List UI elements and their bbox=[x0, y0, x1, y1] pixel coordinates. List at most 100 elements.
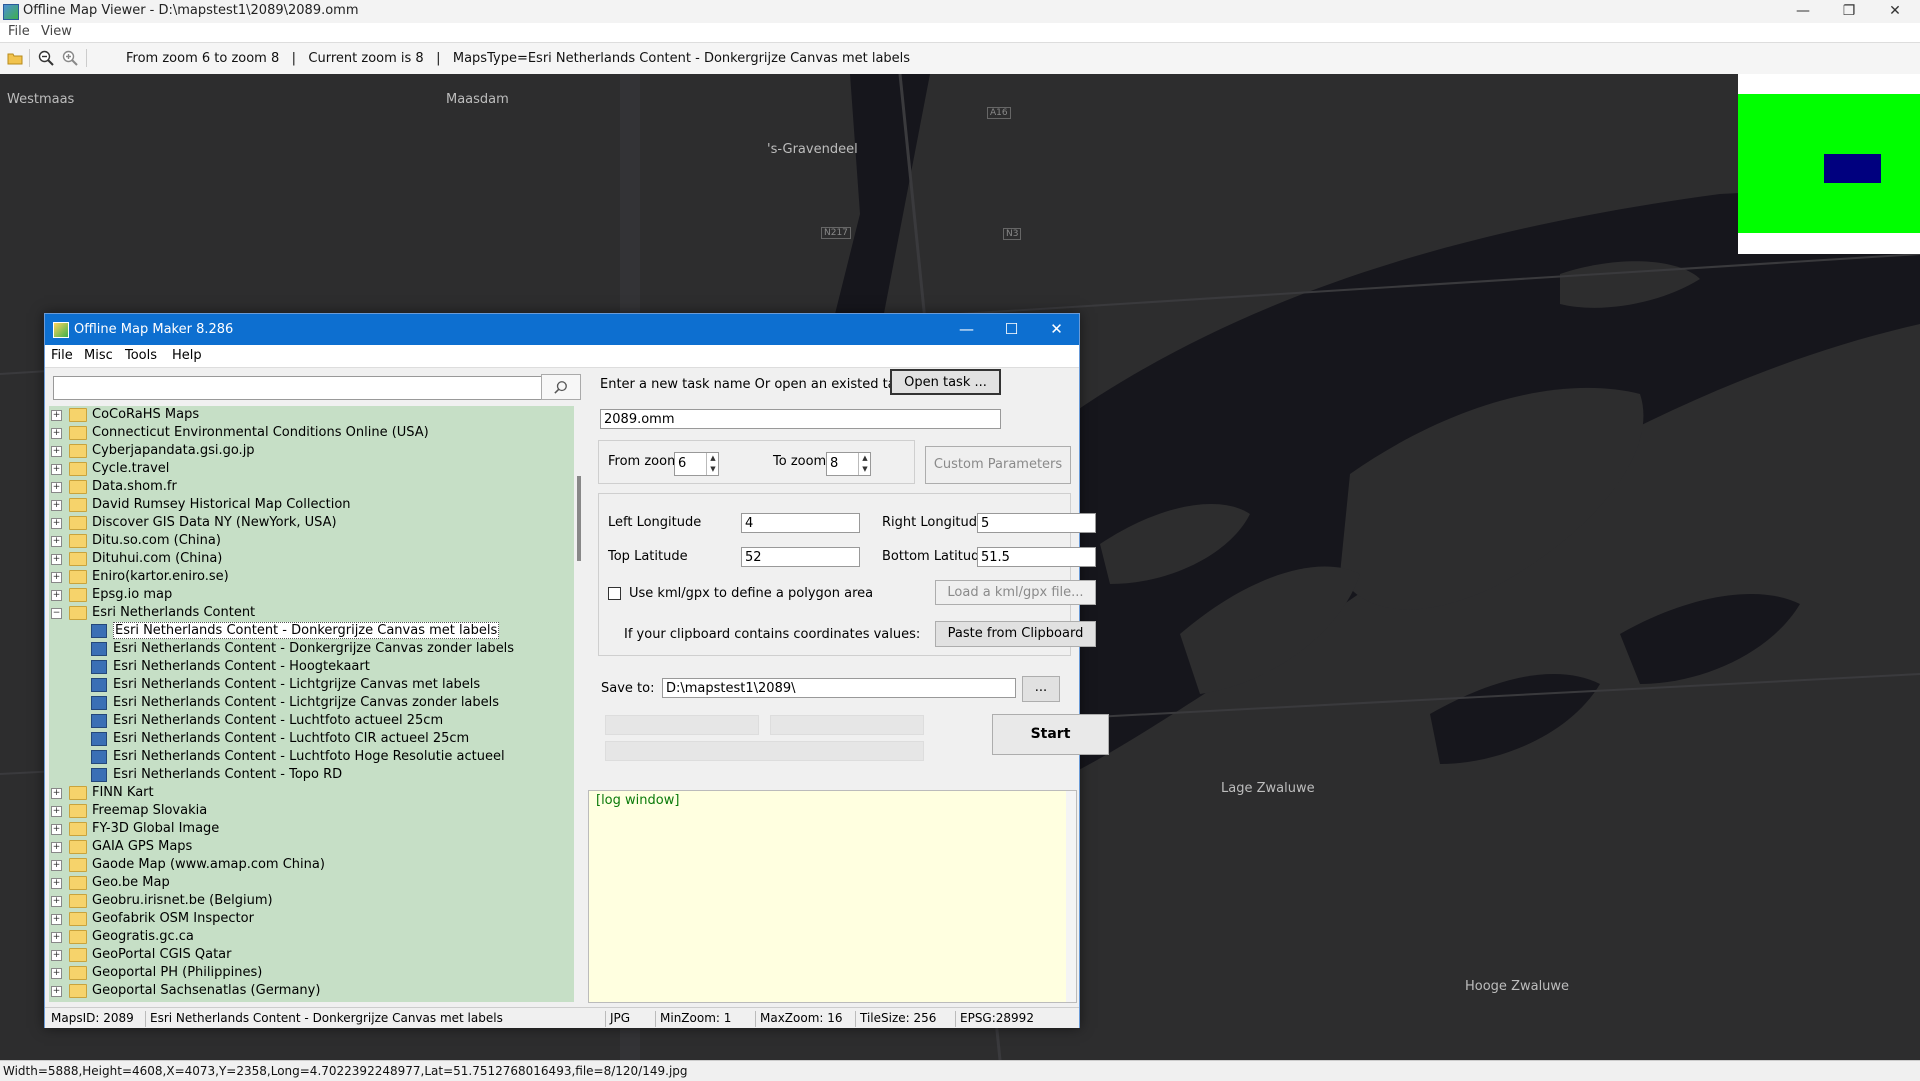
right-longitude-field[interactable]: 5 bbox=[977, 513, 1096, 533]
expand-icon[interactable]: + bbox=[51, 950, 62, 961]
tree-scrollbar-thumb[interactable] bbox=[577, 476, 581, 561]
expand-icon[interactable]: + bbox=[51, 446, 62, 457]
tree-folder-item[interactable]: + FINN Kart bbox=[49, 784, 574, 802]
from-zoom-spin-arrows[interactable]: ▲ ▼ bbox=[706, 453, 719, 475]
start-button[interactable]: Start bbox=[992, 714, 1109, 755]
expand-icon[interactable]: + bbox=[51, 500, 62, 511]
tree-folder-item[interactable]: + Freemap Slovakia bbox=[49, 802, 574, 820]
maker-minimize-button[interactable]: — bbox=[944, 314, 989, 345]
load-kml-button[interactable]: Load a kml/gpx file... bbox=[935, 580, 1096, 605]
expand-icon[interactable]: + bbox=[51, 878, 62, 889]
expand-icon[interactable]: + bbox=[51, 572, 62, 583]
tree-map-item[interactable]: Esri Netherlands Content - Hoogtekaart bbox=[49, 658, 574, 676]
folder-icon bbox=[69, 516, 87, 530]
tree-folder-item[interactable]: + Discover GIS Data NY (NewYork, USA) bbox=[49, 514, 574, 532]
to-zoom-spin-arrows[interactable]: ▲ ▼ bbox=[858, 453, 871, 475]
tree-folder-item[interactable]: + Geoportal Sachsenatlas (Germany) bbox=[49, 982, 574, 1000]
menu-view[interactable]: View bbox=[41, 24, 72, 39]
tree-map-item[interactable]: Esri Netherlands Content - Luchtfoto act… bbox=[49, 712, 574, 730]
log-scrollbar[interactable] bbox=[1066, 791, 1076, 1002]
expand-icon[interactable]: + bbox=[51, 518, 62, 529]
tree-map-item[interactable]: Esri Netherlands Content - Donkergrijze … bbox=[49, 622, 574, 640]
browse-folder-button[interactable]: ... bbox=[1022, 676, 1060, 702]
maximize-button[interactable]: ❐ bbox=[1826, 0, 1872, 23]
search-button[interactable] bbox=[541, 374, 581, 400]
maker-menu-help[interactable]: Help bbox=[172, 348, 202, 363]
maker-titlebar[interactable]: Offline Map Maker 8.286 — ☐ ✕ bbox=[45, 314, 1079, 345]
menu-file[interactable]: File bbox=[8, 24, 30, 39]
save-path-field[interactable]: D:\mapstest1\2089\ bbox=[662, 678, 1016, 698]
tree-folder-item[interactable]: + Geobru.irisnet.be (Belgium) bbox=[49, 892, 574, 910]
expand-icon[interactable]: + bbox=[51, 986, 62, 997]
zoom-in-icon[interactable] bbox=[62, 50, 78, 66]
expand-icon[interactable]: + bbox=[51, 842, 62, 853]
expand-icon[interactable]: + bbox=[51, 482, 62, 493]
tree-folder-item[interactable]: + FY-3D Global Image bbox=[49, 820, 574, 838]
open-folder-icon[interactable] bbox=[7, 50, 23, 66]
map-search-input[interactable] bbox=[53, 376, 543, 400]
custom-parameters-button[interactable]: Custom Parameters bbox=[925, 446, 1071, 484]
close-button[interactable]: ✕ bbox=[1872, 0, 1918, 23]
tree-map-item[interactable]: Esri Netherlands Content - Lichtgrijze C… bbox=[49, 676, 574, 694]
tree-folder-item[interactable]: + Geoportal PH (Philippines) bbox=[49, 964, 574, 982]
tree-map-item[interactable]: Esri Netherlands Content - Donkergrijze … bbox=[49, 640, 574, 658]
tree-folder-item[interactable]: + Geofabrik OSM Inspector bbox=[49, 910, 574, 928]
tree-folder-item[interactable]: + CoCoRaHS Maps bbox=[49, 406, 574, 424]
log-window[interactable]: [log window] bbox=[588, 790, 1077, 1003]
expand-icon[interactable]: + bbox=[51, 464, 62, 475]
tree-folder-item[interactable]: + Connecticut Environmental Conditions On… bbox=[49, 424, 574, 442]
left-longitude-field[interactable]: 4 bbox=[741, 513, 860, 533]
tree-folder-item[interactable]: − Esri Netherlands Content bbox=[49, 604, 574, 622]
maker-menu-tools[interactable]: Tools bbox=[125, 348, 157, 363]
expand-icon[interactable]: + bbox=[51, 806, 62, 817]
kml-checkbox[interactable] bbox=[608, 587, 621, 600]
maker-menu-file[interactable]: File bbox=[51, 348, 73, 363]
expand-icon[interactable]: + bbox=[51, 590, 62, 601]
tree-folder-item[interactable]: + Dituhui.com (China) bbox=[49, 550, 574, 568]
expand-icon[interactable]: + bbox=[51, 554, 62, 565]
map-source-tree[interactable]: + CoCoRaHS Maps + Connecticut Environmental… bbox=[49, 406, 574, 1002]
to-zoom-stepper[interactable]: 8 ▲ ▼ bbox=[826, 452, 871, 476]
bottom-latitude-field[interactable]: 51.5 bbox=[977, 547, 1096, 567]
expand-icon[interactable]: + bbox=[51, 896, 62, 907]
expand-icon[interactable]: + bbox=[51, 914, 62, 925]
minimap-viewport[interactable] bbox=[1824, 154, 1881, 183]
tree-folder-item[interactable]: + GAIA GPS Maps bbox=[49, 838, 574, 856]
expand-icon[interactable]: + bbox=[51, 932, 62, 943]
expand-icon[interactable]: + bbox=[51, 410, 62, 421]
expand-icon[interactable]: + bbox=[51, 824, 62, 835]
maker-close-button[interactable]: ✕ bbox=[1034, 314, 1079, 345]
paste-from-clipboard-button[interactable]: Paste from Clipboard bbox=[935, 621, 1096, 647]
top-latitude-field[interactable]: 52 bbox=[741, 547, 860, 567]
tree-folder-item[interactable]: + Data.shom.fr bbox=[49, 478, 574, 496]
tree-folder-item[interactable]: + Ditu.so.com (China) bbox=[49, 532, 574, 550]
tree-folder-item[interactable]: + GeoPortal CGIS Qatar bbox=[49, 946, 574, 964]
minimize-button[interactable]: — bbox=[1780, 0, 1826, 23]
expand-icon[interactable]: + bbox=[51, 536, 62, 547]
tree-folder-item[interactable]: + Epsg.io map bbox=[49, 586, 574, 604]
tree-map-item[interactable]: Esri Netherlands Content - Luchtfoto Hog… bbox=[49, 748, 574, 766]
tree-folder-item[interactable]: + Geogratis.gc.ca bbox=[49, 928, 574, 946]
overview-minimap[interactable] bbox=[1738, 74, 1920, 254]
maker-maximize-button[interactable]: ☐ bbox=[989, 314, 1034, 345]
tree-folder-item[interactable]: + Cycle.travel bbox=[49, 460, 574, 478]
tree-folder-item[interactable]: + David Rumsey Historical Map Collection bbox=[49, 496, 574, 514]
from-zoom-stepper[interactable]: 6 ▲ ▼ bbox=[674, 452, 719, 476]
tree-folder-item[interactable]: + Gaode Map (www.amap.com China) bbox=[49, 856, 574, 874]
tree-map-item[interactable]: Esri Netherlands Content - Luchtfoto CIR… bbox=[49, 730, 574, 748]
tree-folder-item[interactable]: + Cyberjapandata.gsi.go.jp bbox=[49, 442, 574, 460]
tree-scrollbar[interactable] bbox=[574, 406, 584, 1002]
expand-icon[interactable]: + bbox=[51, 428, 62, 439]
collapse-icon[interactable]: − bbox=[51, 608, 62, 619]
open-task-button[interactable]: Open task ... bbox=[890, 369, 1001, 395]
tree-folder-item[interactable]: + Geo.be Map bbox=[49, 874, 574, 892]
task-name-field[interactable]: 2089.omm bbox=[600, 409, 1001, 429]
maker-menu-misc[interactable]: Misc bbox=[84, 348, 113, 363]
expand-icon[interactable]: + bbox=[51, 860, 62, 871]
expand-icon[interactable]: + bbox=[51, 788, 62, 799]
tree-map-item[interactable]: Esri Netherlands Content - Topo RD bbox=[49, 766, 574, 784]
zoom-out-icon[interactable] bbox=[38, 50, 54, 66]
tree-map-item[interactable]: Esri Netherlands Content - Lichtgrijze C… bbox=[49, 694, 574, 712]
expand-icon[interactable]: + bbox=[51, 968, 62, 979]
tree-folder-item[interactable]: + Eniro(kartor.eniro.se) bbox=[49, 568, 574, 586]
